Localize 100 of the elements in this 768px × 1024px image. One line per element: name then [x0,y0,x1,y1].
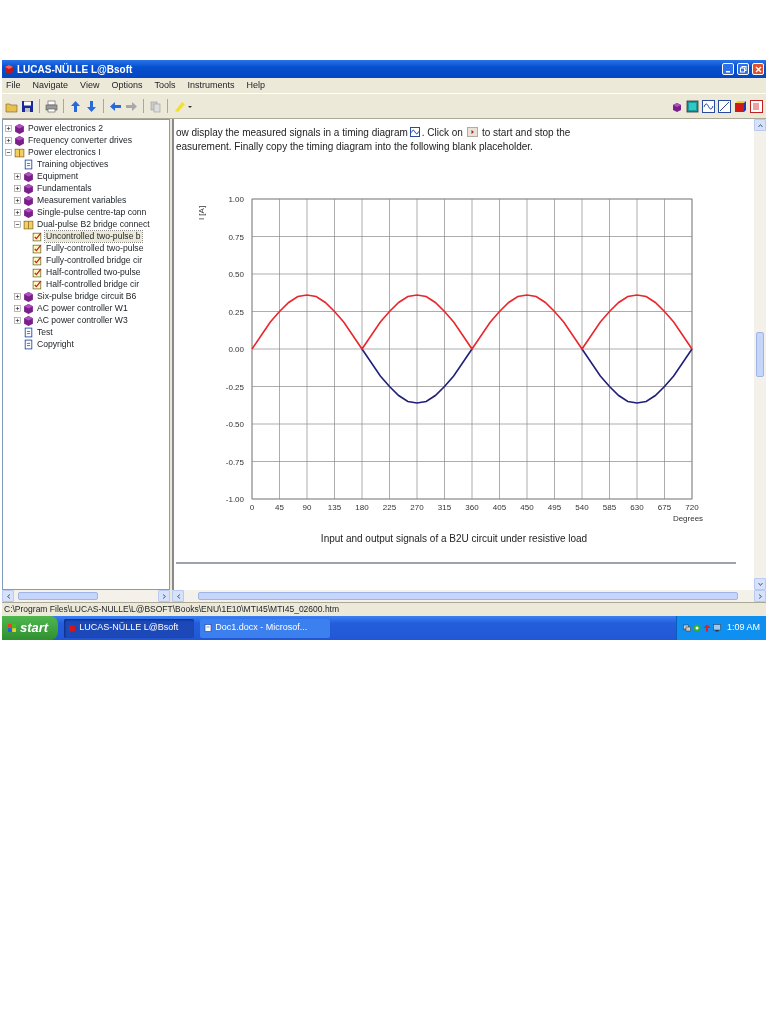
expander-icon[interactable] [5,148,12,156]
save-icon[interactable] [21,99,34,113]
chevron-left-icon [5,593,11,599]
axis-label: I [A] [197,205,206,221]
menu-item[interactable]: File [6,78,21,93]
chevron-right-icon [161,593,167,599]
tree-item[interactable]: Six-pulse bridge circuit B6 [36,290,138,302]
scrollbar-thumb[interactable] [756,332,764,377]
axis-tick-label: -0.50 [225,420,244,429]
page-icon[interactable] [750,99,763,113]
up-arrow-icon[interactable] [69,99,82,113]
monitor-icon[interactable] [686,99,699,113]
taskbar-button[interactable]: Doc1.docx - Microsof... [200,618,331,638]
chevron-right-icon [757,593,763,599]
scroll-left-button[interactable] [172,590,184,602]
axis-tick-label: 0.25 [228,307,244,317]
expander-icon[interactable] [14,184,21,192]
chevron-left-icon [175,593,181,599]
tree-item[interactable]: Frequency converter drives [27,134,134,146]
left-arrow-icon[interactable] [109,99,122,113]
checked-page-icon [32,266,43,278]
cube-icon[interactable] [734,99,747,113]
checked-page-icon [32,254,43,266]
scroll-down-button[interactable] [754,578,766,590]
tree-item[interactable]: Power electronics I [27,146,102,158]
monitor-icon[interactable] [712,624,721,632]
menu-item[interactable]: Tools [154,78,176,93]
axis-tick-label: 1.00 [228,195,244,204]
axis-tick-label: 0.50 [228,270,244,279]
play-icon [466,127,478,137]
tree-item[interactable]: Fully-controlled bridge cir [45,254,143,266]
menu-item[interactable]: Instruments [187,78,235,93]
axis-tick-label: 270 [410,503,424,512]
expander-icon[interactable] [5,124,12,132]
menu-item[interactable]: Help [246,78,265,93]
menu-item[interactable]: Navigate [32,78,69,93]
tree-item[interactable]: AC power controller W3 [36,314,129,326]
taskbar-button[interactable]: LUCAS-NÜLLE L@Bsoft [64,618,195,638]
expander-icon[interactable] [14,196,21,204]
tree-item[interactable]: Copyright [36,338,75,350]
axis-tick-label: -0.25 [225,382,244,392]
axis-tick-label: -1.00 [225,495,244,504]
scrollbar-thumb[interactable] [198,592,738,600]
scroll-up-button[interactable] [754,119,766,131]
scrollbar-thumb[interactable] [18,592,98,600]
axis-tick-label: 360 [465,503,479,512]
tree-item[interactable]: Single-pulse centre-tap conn [36,206,148,218]
close-button[interactable] [752,63,764,75]
horizontal-scrollbar[interactable] [172,590,766,602]
axis-tick-label: 225 [382,503,397,512]
wave-chart-icon [409,127,420,137]
clock: 1:09 AM [726,621,760,635]
instruction-text: . Click on [421,125,463,140]
axis-tick-label: 540 [575,503,589,512]
vertical-scrollbar[interactable] [754,119,766,590]
wave-chart-icon[interactable] [702,99,715,113]
tree-item[interactable]: Uncontrolled two-pulse b [45,230,142,242]
axis-tick-label: 45 [275,503,284,512]
axis-tick-label: 675 [657,503,672,512]
expander-icon[interactable] [14,172,21,180]
axis-tick-label: 0.75 [228,232,244,242]
menu-item[interactable]: View [80,78,100,93]
tree-item[interactable]: Fundamentals [36,182,93,194]
chart-caption: Input and output signals of a B2U circuit under resistive load [319,532,589,546]
close-icon [754,65,762,73]
restore-button[interactable] [737,63,749,75]
minimize-button[interactable] [722,63,734,75]
tree-item[interactable]: Test [36,326,54,338]
page-icon [23,158,34,170]
expander-icon[interactable] [14,292,21,300]
axis-tick-label: 450 [520,503,534,512]
axis-tick-label: 135 [327,503,342,512]
tree-item[interactable]: AC power controller W1 [36,302,129,314]
tree-item[interactable]: Power electronics 2 [27,122,104,134]
status-circle-icon[interactable] [692,624,701,632]
network-icon[interactable] [682,624,691,632]
line-chart-icon[interactable] [718,99,731,113]
open-book-icon [14,146,25,158]
horizontal-scrollbar[interactable] [2,590,170,602]
tree-item[interactable]: Training objectives [36,158,110,170]
tree-item[interactable]: Dual-pulse B2 bridge connect [36,218,151,230]
expander-icon[interactable] [14,220,21,228]
printer-icon[interactable] [45,99,58,113]
chevron-up-icon [757,122,763,128]
scroll-right-button[interactable] [754,590,766,602]
expander-icon[interactable] [14,304,21,312]
down-arrow-icon[interactable] [85,99,98,113]
tree-item[interactable]: Fully-controlled two-pulse [45,242,145,254]
expander-icon[interactable] [14,208,21,216]
document-icon [204,624,213,632]
scroll-right-button[interactable] [158,590,170,602]
expander-icon[interactable] [5,136,12,144]
menu-item[interactable]: Options [111,78,143,93]
axis-tick-label: -0.75 [225,457,244,467]
scroll-left-button[interactable] [2,590,14,602]
tree-item[interactable]: Half-controlled bridge cir [45,278,141,290]
tree-item[interactable]: Equipment [36,170,80,182]
tree-item[interactable]: Measurement variables [36,194,128,206]
expander-icon[interactable] [14,316,21,324]
tree-item[interactable]: Half-controlled two-pulse [45,266,142,278]
